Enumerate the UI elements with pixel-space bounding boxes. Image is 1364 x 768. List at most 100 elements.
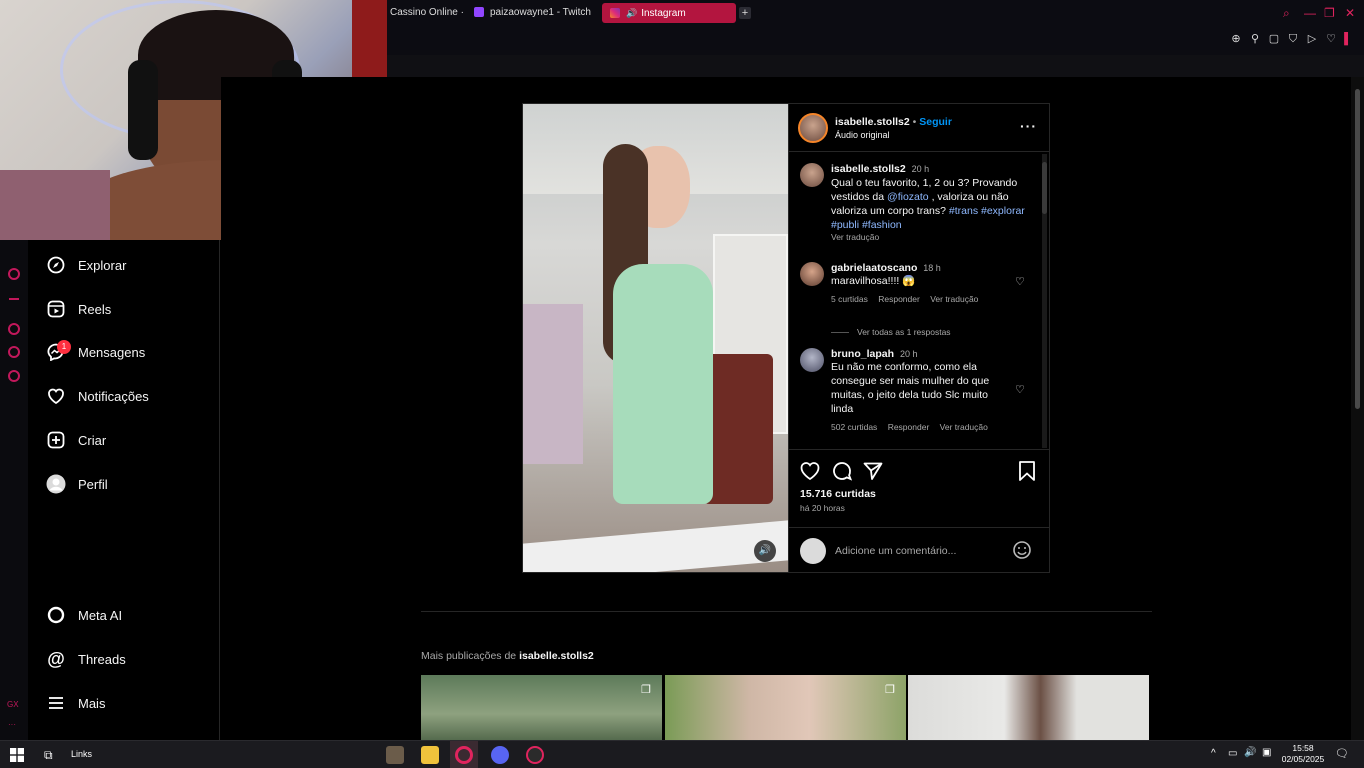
- rail-icon-settings[interactable]: [8, 370, 20, 382]
- rail-gx-icon[interactable]: GX: [7, 700, 19, 709]
- thumbnail-post[interactable]: ❐: [421, 675, 662, 740]
- rail-divider: [9, 298, 19, 300]
- author-avatar[interactable]: [798, 113, 828, 143]
- sidebar-item-meta-ai[interactable]: Meta AI: [46, 600, 122, 630]
- sidebar-item-reels[interactable]: Reels: [46, 294, 111, 324]
- share-icon[interactable]: [862, 460, 884, 487]
- close-icon[interactable]: ✕: [1345, 6, 1355, 20]
- discord-icon[interactable]: [491, 746, 509, 764]
- scrollbar-thumb[interactable]: [1355, 89, 1360, 409]
- obs-icon[interactable]: [526, 746, 544, 764]
- notification-center-icon[interactable]: 🗨: [1335, 747, 1349, 760]
- page-scrollbar[interactable]: [1351, 77, 1364, 740]
- comment-icon[interactable]: [831, 460, 853, 487]
- instagram-sidebar: Explorar Reels 1 Mensagens Notificações …: [28, 240, 220, 740]
- caption: isabelle.stolls2 20 h Qual o teu favorit…: [831, 163, 1031, 242]
- rail-icon-chat[interactable]: [8, 346, 20, 358]
- comment-username[interactable]: gabrielaatoscano: [831, 262, 917, 274]
- links-toolbar[interactable]: Links: [71, 749, 92, 759]
- sidebar-item-label: Meta AI: [78, 607, 123, 623]
- file-explorer-icon[interactable]: [421, 746, 439, 764]
- comment-reply-button[interactable]: Responder: [878, 294, 920, 304]
- new-tab-button[interactable]: +: [739, 7, 751, 19]
- comment-likes[interactable]: 502 curtidas: [831, 422, 877, 432]
- clock[interactable]: 15:58 02/05/2025: [1278, 743, 1328, 765]
- sidebar-item-threads[interactable]: @ Threads: [46, 644, 125, 674]
- heart-icon[interactable]: ♡: [1325, 33, 1337, 45]
- task-view-icon[interactable]: ⧉: [44, 748, 53, 763]
- comment-likes[interactable]: 5 curtidas: [831, 294, 868, 304]
- likes-count[interactable]: 15.716 curtidas: [800, 488, 876, 500]
- author-username[interactable]: isabelle.stolls2: [835, 116, 910, 128]
- comment-avatar[interactable]: [800, 348, 824, 372]
- restore-icon[interactable]: ❐: [1324, 6, 1335, 20]
- more-posts-heading: Mais publicações de isabelle.stolls2: [421, 650, 594, 662]
- minimize-icon[interactable]: —: [1304, 6, 1316, 20]
- comment-translate-link[interactable]: Ver tradução: [930, 294, 978, 304]
- tab-instagram[interactable]: 🔊 Instagram: [602, 3, 736, 23]
- caption-mention[interactable]: @fiozato: [887, 191, 929, 203]
- network-icon[interactable]: ▣: [1262, 747, 1271, 758]
- windows-taskbar: ⧉ Links ^ ▭ 🔊 ▣ 15:58 02/05/2025 🗨: [0, 740, 1364, 768]
- sidebar-item-label: Reels: [78, 301, 112, 317]
- comment-avatar[interactable]: [800, 262, 824, 286]
- comment-translate-link[interactable]: Ver tradução: [940, 422, 988, 432]
- comment-reply-button[interactable]: Responder: [888, 422, 930, 432]
- clock-time: 15:58: [1292, 743, 1314, 753]
- opera-gx-icon[interactable]: [455, 746, 473, 764]
- thumbnail-post[interactable]: [908, 675, 1149, 740]
- comments-scrollbar[interactable]: [1042, 154, 1047, 448]
- windows-start-icon[interactable]: [10, 748, 24, 762]
- rail-more-icon[interactable]: ···: [8, 720, 16, 729]
- tray-chevron-icon[interactable]: ^: [1211, 748, 1216, 759]
- caption-username[interactable]: isabelle.stolls2: [831, 163, 906, 175]
- comments-scroll-thumb[interactable]: [1042, 162, 1047, 214]
- comment-input[interactable]: Adicione um comentário...: [835, 545, 956, 557]
- rail-icon-record[interactable]: [8, 268, 20, 280]
- emoji-icon[interactable]: [1012, 540, 1032, 565]
- more-posts-username[interactable]: isabelle.stolls2: [519, 650, 594, 662]
- more-options-icon[interactable]: ···: [1020, 118, 1037, 134]
- comment-like-icon[interactable]: ♡: [1015, 383, 1025, 396]
- sidebar-item-label: Perfil: [78, 476, 108, 492]
- thumbnail-post[interactable]: ❐: [665, 675, 906, 740]
- caption-avatar[interactable]: [800, 163, 824, 187]
- compass-icon: [46, 255, 66, 275]
- reel-video[interactable]: 🔊: [523, 104, 788, 572]
- sidebar-item-perfil[interactable]: Perfil: [46, 469, 108, 499]
- sidebar-item-mais[interactable]: Mais: [46, 688, 105, 718]
- snapshot-icon[interactable]: ▢: [1268, 33, 1280, 45]
- comment-username[interactable]: bruno_lapah: [831, 348, 894, 360]
- volume-icon[interactable]: 🔊: [754, 540, 776, 562]
- table-edge: [523, 520, 788, 572]
- pin-icon[interactable]: ⚲: [1249, 33, 1261, 45]
- sidebar-item-label: Mensagens: [78, 344, 146, 360]
- volume-tray-icon[interactable]: 🔊: [1244, 747, 1256, 758]
- save-bookmark-icon[interactable]: [1017, 460, 1037, 487]
- tray-device-icon[interactable]: ▭: [1228, 748, 1237, 759]
- sidebar-item-label: Criar: [78, 432, 107, 448]
- zoom-icon[interactable]: ⊕: [1230, 33, 1242, 45]
- view-replies-link[interactable]: Ver todas as 1 respostas: [831, 327, 951, 337]
- sidebar-item-criar[interactable]: Criar: [46, 425, 106, 455]
- rail-icon-history[interactable]: [8, 323, 20, 335]
- audio-label[interactable]: Áudio original: [835, 130, 890, 140]
- sidebar-item-mensagens[interactable]: 1 Mensagens: [46, 337, 145, 367]
- send-icon[interactable]: ▷: [1306, 33, 1318, 45]
- follow-button[interactable]: Seguir: [919, 116, 952, 128]
- post-details-panel: isabelle.stolls2 • Seguir Áudio original…: [788, 104, 1049, 572]
- caption-hashtag[interactable]: #trans: [949, 205, 978, 217]
- sidebar-toggle-icon[interactable]: ▌: [1342, 33, 1354, 45]
- tab-twitch[interactable]: paizaowayne1 - Twitch: [466, 3, 594, 23]
- comments-area[interactable]: isabelle.stolls2 20 h Qual o teu favorit…: [789, 152, 1049, 450]
- tab-cassino[interactable]: Cassino Online ·: [382, 3, 464, 23]
- like-icon[interactable]: [799, 460, 821, 487]
- search-icon[interactable]: ⌕: [1283, 6, 1290, 21]
- taskbar-app-game-icon[interactable]: [386, 746, 404, 764]
- caption-translate-link[interactable]: Ver tradução: [831, 232, 1031, 242]
- comment-like-icon[interactable]: ♡: [1015, 275, 1025, 288]
- sidebar-item-notificacoes[interactable]: Notificações: [46, 381, 149, 411]
- sidebar-item-explorar[interactable]: Explorar: [46, 250, 126, 280]
- shield-icon[interactable]: ⛉: [1287, 33, 1299, 45]
- speaker-icon[interactable]: 🔊: [626, 8, 637, 18]
